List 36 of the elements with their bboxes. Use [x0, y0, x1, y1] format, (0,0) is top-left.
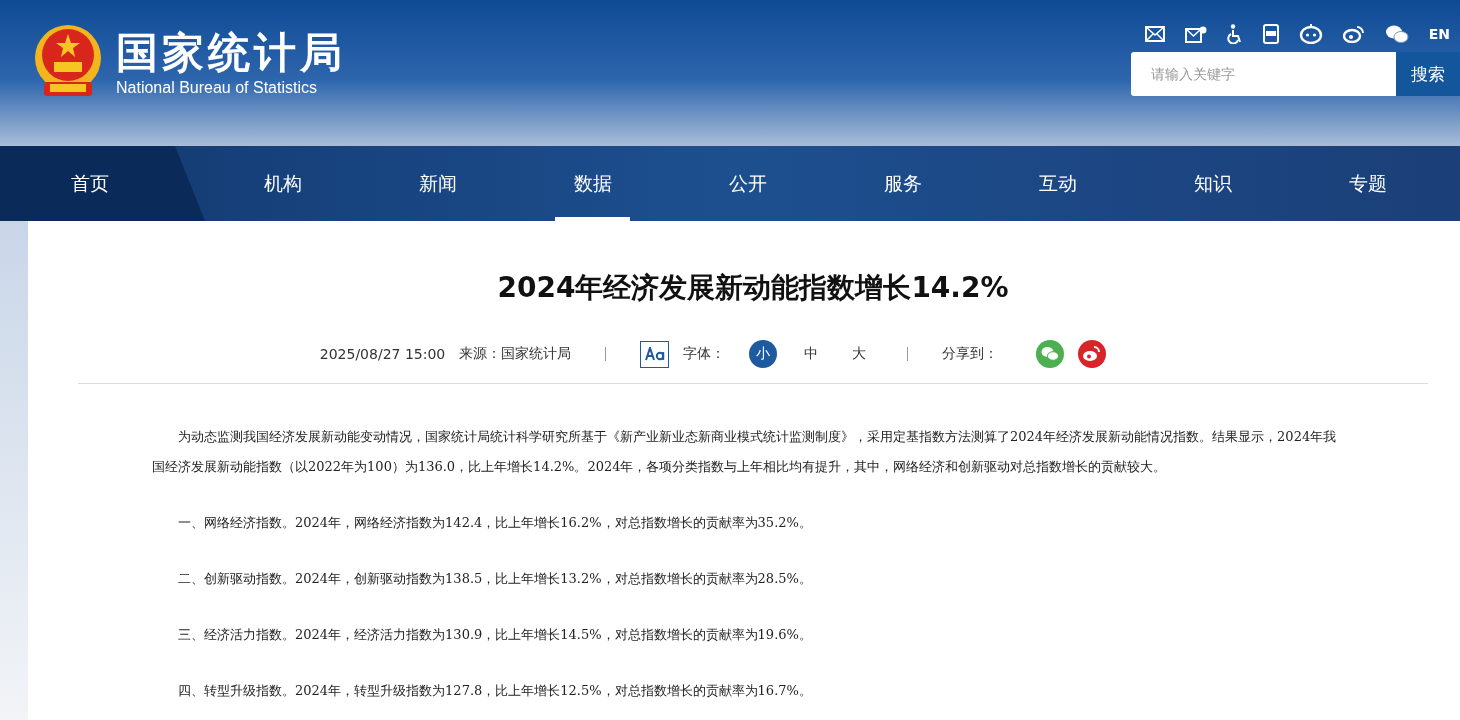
- language-link[interactable]: EN: [1428, 26, 1450, 42]
- article-paragraph: 一、网络经济指数。2024年，网络经济指数为142.4，比上年增长16.2%，对总指数增长的贡献率为35.2%。: [177, 514, 813, 532]
- article-paragraph: 三、经济活力指数。2024年，经济活力指数为130.9，比上年增长14.5%，对总指数增长的贡献率为19.6%。: [177, 626, 813, 644]
- weibo-icon[interactable]: [1342, 25, 1365, 43]
- article-source: 来源：国家统计局: [459, 345, 572, 363]
- font-size-option[interactable]: 小: [749, 340, 778, 368]
- nav-tab[interactable]: 知识: [1135, 146, 1290, 221]
- font-size-label: 字体：: [683, 345, 726, 363]
- nav-tab[interactable]: 首页: [0, 146, 205, 221]
- site-title: 国家统计局: [116, 27, 346, 79]
- wheelchair-icon[interactable]: [1226, 24, 1243, 44]
- app-icon[interactable]: [1262, 24, 1279, 44]
- nav-tab[interactable]: 专题: [1290, 146, 1445, 221]
- font-size-icon: [640, 340, 670, 368]
- mail-gear-icon[interactable]: [1184, 25, 1207, 43]
- font-size-option[interactable]: 大: [845, 340, 874, 368]
- weibo-share-icon[interactable]: [1078, 340, 1107, 368]
- publish-date: 2025/08/27 15:00: [319, 346, 446, 362]
- nav-tab[interactable]: 公开: [670, 146, 825, 221]
- search-button[interactable]: 搜索: [1396, 52, 1460, 96]
- article-paragraph: 四、转型升级指数。2024年，转型升级指数为127.8，比上年增长12.5%，对总指数增长的贡献率为16.7%。: [177, 682, 813, 700]
- nav-tab[interactable]: 服务: [825, 146, 980, 221]
- search-field[interactable]: 请输入关键字: [1131, 52, 1396, 96]
- share-label: 分享到：: [942, 345, 999, 363]
- mascot-face-icon[interactable]: [1298, 24, 1323, 44]
- article-paragraph: 为动态监测我国经济发展新动能变动情况，国家统计局统计科学研究所基于《新产业新业态新商业模式统计监测制度》，采用定基指数方法测算了2024年经济发展新动能情况指数。结果显示，2024年我国经济发展新动能指数（以2022年为100）为136.0，比上年增长14.2%。2024年，各项分类指数与上年相比均有提升，其中，网络经济和创新驱动对总指数增长的贡献较大。: [152, 428, 1338, 476]
- wechat-share-icon[interactable]: [1036, 340, 1065, 368]
- wechat-icon[interactable]: [1384, 24, 1409, 44]
- nav-tab[interactable]: 互动: [980, 146, 1135, 221]
- nav-tab[interactable]: 机构: [205, 146, 360, 221]
- mail-icon[interactable]: [1144, 26, 1165, 42]
- site-subtitle: National Bureau of Statistics: [116, 79, 318, 97]
- nav-tab[interactable]: 新闻: [360, 146, 515, 221]
- article-paragraph: 二、创新驱动指数。2024年，创新驱动指数为138.5，比上年增长13.2%，对总指数增长的贡献率为28.5%。: [177, 570, 813, 588]
- font-size-option[interactable]: 中: [797, 340, 826, 368]
- article-title: 2024年经济发展新动能指数增长14.2%: [496, 270, 1010, 306]
